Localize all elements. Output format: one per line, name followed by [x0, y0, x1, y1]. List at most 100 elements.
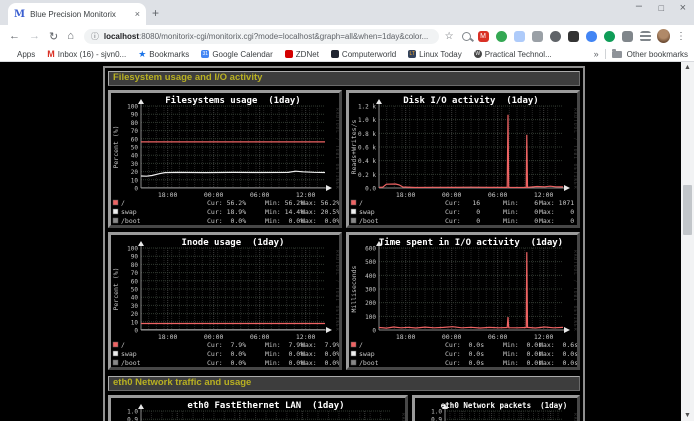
svg-text:/boot: /boot	[121, 359, 141, 367]
chrome-menu-icon[interactable]: ⋮	[676, 31, 686, 42]
bookmark-star-icon[interactable]: ☆	[445, 31, 454, 42]
svg-text:swap: swap	[359, 208, 375, 216]
svg-text:0: 0	[134, 186, 138, 193]
svg-text:00:00: 00:00	[204, 191, 224, 199]
forward-icon[interactable]: →	[29, 30, 40, 42]
svg-text:100: 100	[365, 314, 376, 321]
svg-text:30: 30	[131, 161, 139, 168]
browser-tab[interactable]: M Blue Precision Monitorix ×	[8, 3, 146, 25]
svg-text:300: 300	[365, 287, 376, 294]
svg-text:Cur: 0.0s: Cur: 0.0s	[445, 341, 484, 349]
svg-text:100: 100	[127, 246, 138, 253]
svg-text:90: 90	[131, 254, 139, 261]
url-text[interactable]: localhost:8080/monitorix-cgi/monitorix.c…	[104, 32, 428, 41]
svg-text:/: /	[359, 199, 363, 207]
messenger-extension-icon[interactable]	[586, 31, 597, 42]
svg-text:Max: 1071: Max: 1071	[539, 199, 574, 207]
reload-icon[interactable]: ↻	[49, 30, 58, 43]
svg-text:400: 400	[365, 273, 376, 280]
window-minimize-button[interactable]: –	[636, 0, 642, 12]
bookmark-item-zdnet[interactable]: ZDNet	[285, 50, 319, 59]
graph-inode-usage[interactable]: 010203040506070809010018:0000:0006:0012:…	[108, 232, 342, 370]
bookmark-item-practical-technology[interactable]: W Practical Technol...	[474, 50, 552, 59]
vertical-scrollbar[interactable]: ▲ ▼	[681, 62, 694, 421]
new-tab-button[interactable]: +	[152, 6, 159, 20]
svg-text:0.2 k: 0.2 k	[358, 172, 376, 179]
svg-text:Min: 6: Min: 6	[503, 199, 538, 207]
apps-shortcut[interactable]: Apps	[6, 50, 35, 59]
graph-eth0-traffic[interactable]: 1.00.918:0000:0006:0012:00eth0 FastEther…	[108, 395, 408, 421]
graph-eth0-packets[interactable]: 1.00.918:0000:0006:0012:00eth0 Network p…	[412, 395, 580, 421]
graph-time-spent-io[interactable]: 010020030040050060018:0000:0006:0012:00T…	[346, 232, 580, 370]
svg-text:/boot: /boot	[359, 359, 379, 367]
svg-text:Cur: 16: Cur: 16	[445, 199, 480, 207]
status-extension-icon[interactable]	[604, 31, 615, 42]
svg-text:RRDTOOL / TOBI OETIKER: RRDTOOL / TOBI OETIKER	[334, 108, 339, 190]
other-bookmarks-button[interactable]: Other bookmarks	[612, 50, 688, 59]
svg-text:06:00: 06:00	[250, 191, 270, 199]
bookmark-item-linux-today[interactable]: LT Linux Today	[408, 50, 462, 59]
svg-text:Inode usage (1day): Inode usage (1day)	[182, 238, 285, 248]
svg-text:Cur: 0.0%: Cur: 0.0%	[207, 217, 246, 225]
svg-text:Cur: 0: Cur: 0	[445, 208, 480, 216]
svg-text:100: 100	[127, 104, 138, 111]
window-maximize-button[interactable]: □	[659, 3, 664, 13]
display-extension-icon[interactable]	[568, 31, 579, 42]
svg-text:0.9: 0.9	[127, 417, 138, 421]
bookmarks-overflow-icon[interactable]: »	[594, 49, 599, 59]
svg-text:60: 60	[131, 136, 139, 143]
eye-extension-icon[interactable]	[550, 31, 561, 42]
bookmark-item-computerworld[interactable]: Computerworld	[331, 50, 396, 59]
svg-text:18:00: 18:00	[396, 333, 416, 341]
graph-disk-io-activity[interactable]: 0.00.2 k0.4 k0.6 k0.8 k1.0 k1.2 k18:0000…	[346, 90, 580, 228]
profile-avatar[interactable]	[657, 29, 670, 43]
scroll-up-icon[interactable]: ▲	[681, 62, 694, 73]
svg-text:70: 70	[131, 270, 139, 277]
bookmark-item-inbox[interactable]: M Inbox (16) - sjvn0...	[47, 50, 126, 59]
window-close-button[interactable]: ×	[680, 2, 686, 14]
tab-title: Blue Precision Monitorix	[30, 10, 131, 19]
tab-close-icon[interactable]: ×	[135, 9, 140, 19]
svg-text:1.0: 1.0	[127, 409, 138, 416]
svg-text:10: 10	[131, 177, 139, 184]
page-info-icon[interactable]: ⓘ	[91, 31, 99, 42]
globe-extension-icon[interactable]	[496, 31, 507, 42]
tab-list-icon[interactable]	[640, 31, 651, 42]
section-title-filesystem: Filesystem usage and I/O activity	[108, 71, 580, 86]
pages-extension-icon[interactable]	[514, 31, 525, 42]
svg-text:1.0 k: 1.0 k	[358, 117, 376, 124]
svg-text:Percent (%): Percent (%)	[112, 267, 120, 310]
svg-text:0.9: 0.9	[431, 417, 442, 421]
svg-text:Max: 0.0s: Max: 0.0s	[539, 359, 577, 367]
svg-text:RRDTOOL / TOBI OETIKER: RRDTOOL / TOBI OETIKER	[334, 250, 339, 332]
home-icon[interactable]: ⌂	[67, 30, 74, 42]
svg-text:50: 50	[131, 287, 139, 294]
bookmark-item-bookmarks[interactable]: ★ Bookmarks	[138, 50, 189, 59]
back-icon[interactable]: ←	[9, 30, 20, 42]
graph-filesystems-usage[interactable]: 010203040506070809010018:0000:0006:0012:…	[108, 90, 342, 228]
calendar-icon: 31	[201, 50, 209, 58]
graph-row-2: 010203040506070809010018:0000:0006:0012:…	[108, 232, 580, 370]
archive-extension-icon[interactable]	[532, 31, 543, 42]
svg-text:Cur: 56.2%: Cur: 56.2%	[207, 199, 246, 207]
scroll-down-icon[interactable]: ▼	[681, 410, 694, 421]
gmail-extension-icon[interactable]: M	[478, 31, 489, 42]
blue-star-icon: ★	[138, 50, 146, 58]
svg-text:60: 60	[131, 278, 139, 285]
svg-text:Min: 0.0s: Min: 0.0s	[503, 350, 542, 358]
svg-text:1.2 k: 1.2 k	[358, 104, 376, 111]
svg-text:18:00: 18:00	[158, 191, 178, 199]
svg-text:eth0 FastEthernet LAN (1day): eth0 FastEthernet LAN (1day)	[187, 401, 344, 411]
svg-text:Time spent in I/O activity (1: Time spent in I/O activity (1day)	[379, 237, 563, 248]
address-bar[interactable]: ⓘ localhost:8080/monitorix-cgi/monitorix…	[84, 29, 439, 44]
bookmark-item-google-calendar[interactable]: 31 Google Calendar	[201, 50, 272, 59]
svg-text:Max: 56.2%: Max: 56.2%	[301, 199, 339, 207]
scrollbar-thumb[interactable]	[683, 185, 692, 235]
monitorix-favicon-icon: M	[14, 9, 25, 20]
svg-text:/boot: /boot	[121, 217, 141, 225]
svg-text:20: 20	[131, 311, 139, 318]
svg-text:RRDTOOL / TOBI OETIKER: RRDTOOL / TOBI OETIKER	[400, 413, 405, 421]
search-extension-icon[interactable]	[462, 32, 471, 41]
svg-text:90: 90	[131, 112, 139, 119]
extensions-puzzle-icon[interactable]	[622, 31, 633, 42]
